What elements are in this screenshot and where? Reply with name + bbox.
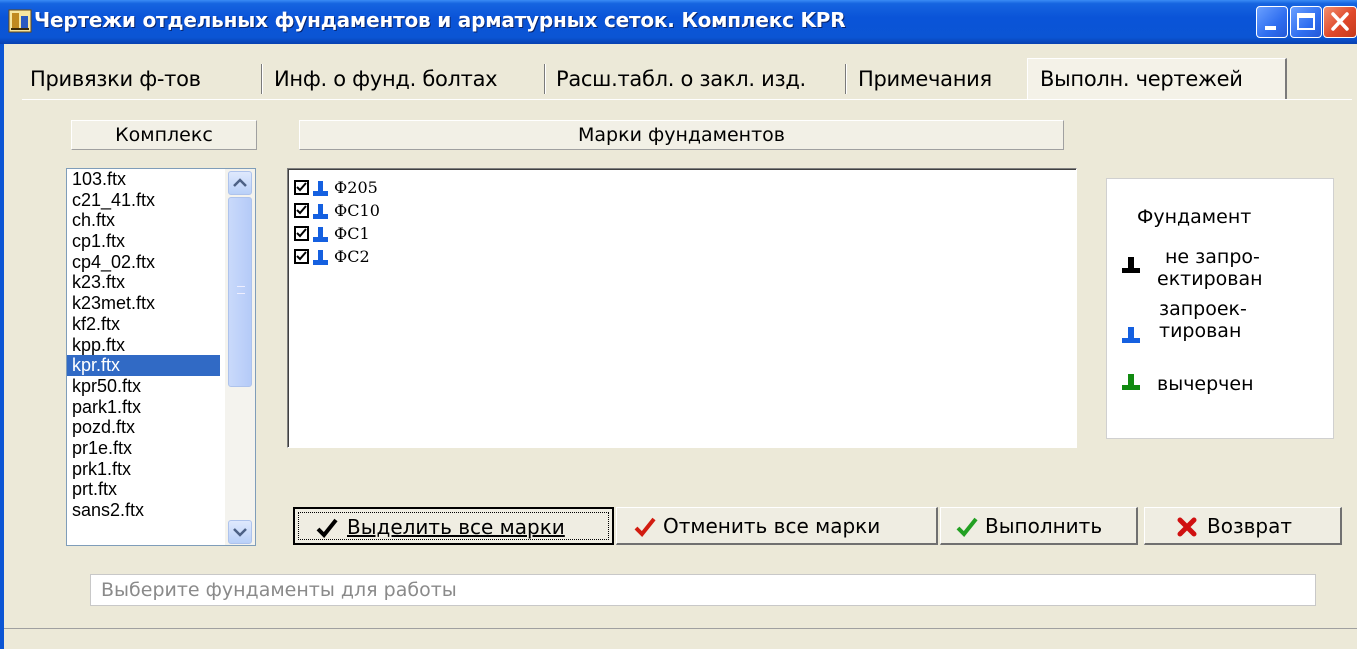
foundation-icon	[1122, 374, 1140, 390]
list-item[interactable]: k23met.ftx	[67, 293, 220, 314]
scroll-down-button[interactable]	[228, 520, 252, 544]
complex-listbox[interactable]: 103.ftx c21_41.ftx ch.ftx cp1.ftx cp4_02.ftx…	[66, 168, 256, 546]
list-item[interactable]: park1.ftx	[67, 397, 220, 418]
window-title: Чертежи отдельных фундаментов и арматурн…	[34, 8, 846, 32]
legend-panel: Фундамент не запро- ектирован запроек- т…	[1106, 178, 1334, 439]
checkmark-icon	[316, 518, 338, 538]
minimize-icon	[1265, 26, 1276, 30]
checkmark-icon	[296, 205, 307, 215]
mark-checkbox[interactable]	[294, 180, 309, 195]
legend-designed-2: тирован	[1159, 320, 1242, 342]
list-item[interactable]: pr1e.ftx	[67, 438, 220, 459]
list-item[interactable]: kpr50.ftx	[67, 376, 220, 397]
tab-separator	[845, 64, 847, 94]
mark-checkbox[interactable]	[294, 249, 309, 264]
list-item[interactable]: cp1.ftx	[67, 231, 220, 252]
status-field[interactable]: Выберите фундаменты для работы	[90, 574, 1316, 606]
window-body: Привязки ф-тов Инф. о фунд. болтах Расш.…	[0, 44, 1357, 649]
legend-designed-1: запроек-	[1159, 298, 1247, 320]
select-all-label: Выделить все марки	[347, 515, 565, 539]
deselect-all-marks-button[interactable]: Отменить все марки	[616, 507, 938, 545]
marks-header[interactable]: Марки фундаментов	[299, 120, 1064, 150]
foundation-icon	[1122, 327, 1140, 343]
deselect-all-label: Отменить все марки	[663, 514, 881, 538]
checkmark-icon	[296, 228, 307, 238]
list-item[interactable]: 103.ftx	[67, 169, 220, 190]
foundation-icon	[313, 204, 328, 219]
mark-label: ФС1	[334, 224, 370, 243]
chevron-down-icon	[233, 528, 247, 537]
mark-checkbox[interactable]	[294, 226, 309, 241]
complex-header[interactable]: Комплекс	[71, 120, 257, 150]
checkmark-icon	[634, 517, 656, 537]
mark-label: Ф205	[334, 178, 378, 197]
scroll-grip	[237, 286, 245, 294]
legend-drawn: вычерчен	[1157, 373, 1254, 395]
close-button[interactable]	[1323, 6, 1357, 38]
list-item[interactable]: c21_41.ftx	[67, 190, 220, 211]
minimize-button[interactable]	[1256, 6, 1288, 38]
close-icon	[1331, 12, 1349, 31]
foundation-icon	[313, 181, 328, 196]
mark-label: ФС10	[334, 201, 380, 220]
tab-bolts[interactable]: Инф. о фунд. болтах	[268, 63, 503, 95]
window-bottom-bar	[4, 628, 1357, 649]
tab-separator	[544, 64, 546, 94]
list-item[interactable]: k23.ftx	[67, 272, 220, 293]
foundation-icon	[1122, 257, 1140, 273]
checkmark-icon	[296, 251, 307, 261]
vertical-scrollbar[interactable]	[225, 169, 255, 545]
maximize-icon	[1297, 13, 1315, 30]
execute-button[interactable]: Выполнить	[940, 507, 1138, 545]
execute-label: Выполнить	[985, 514, 1103, 538]
checkmark-icon	[956, 517, 978, 537]
tab-separator	[261, 64, 263, 94]
scroll-up-button[interactable]	[228, 171, 252, 195]
back-button[interactable]: Возврат	[1144, 507, 1342, 545]
list-item[interactable]: kf2.ftx	[67, 314, 220, 335]
legend-not-designed-1: не запро-	[1165, 246, 1260, 268]
tab-panel-border	[22, 99, 1352, 100]
list-item[interactable]: ch.ftx	[67, 210, 220, 231]
drawing-app-icon	[8, 9, 32, 33]
marks-list[interactable]: Ф205 ФС10 ФС1 ФС2	[287, 168, 1077, 448]
foundation-icon	[313, 250, 328, 265]
list-item[interactable]: prk1.ftx	[67, 459, 220, 480]
list-item[interactable]: sans2.ftx	[67, 500, 220, 521]
list-item[interactable]: cp4_02.ftx	[67, 252, 220, 273]
tab-drawings[interactable]: Выполн. чертежей	[1034, 63, 1249, 95]
red-x-icon	[1177, 517, 1197, 537]
mark-checkbox[interactable]	[294, 203, 309, 218]
tab-notes[interactable]: Примечания	[852, 63, 998, 95]
foundation-icon	[313, 227, 328, 242]
back-label: Возврат	[1207, 514, 1292, 538]
scroll-thumb[interactable]	[228, 197, 252, 387]
select-all-marks-button[interactable]: Выделить все марки	[293, 507, 614, 545]
legend-title: Фундамент	[1137, 206, 1252, 228]
tab-embedded-items[interactable]: Расш.табл. о закл. изд.	[550, 63, 812, 95]
list-item[interactable]: prt.ftx	[67, 479, 220, 500]
title-bar[interactable]: Чертежи отдельных фундаментов и арматурн…	[0, 0, 1357, 44]
checkmark-icon	[296, 182, 307, 192]
tab-bindings[interactable]: Привязки ф-тов	[24, 63, 207, 95]
list-item[interactable]: kpp.ftx	[67, 335, 220, 356]
legend-not-designed-2: ектирован	[1157, 268, 1263, 290]
list-item[interactable]: kpr.ftx	[67, 355, 220, 376]
mark-label: ФС2	[334, 247, 370, 266]
list-item[interactable]: pozd.ftx	[67, 417, 220, 438]
maximize-button[interactable]	[1290, 6, 1322, 38]
chevron-up-icon	[233, 178, 247, 187]
